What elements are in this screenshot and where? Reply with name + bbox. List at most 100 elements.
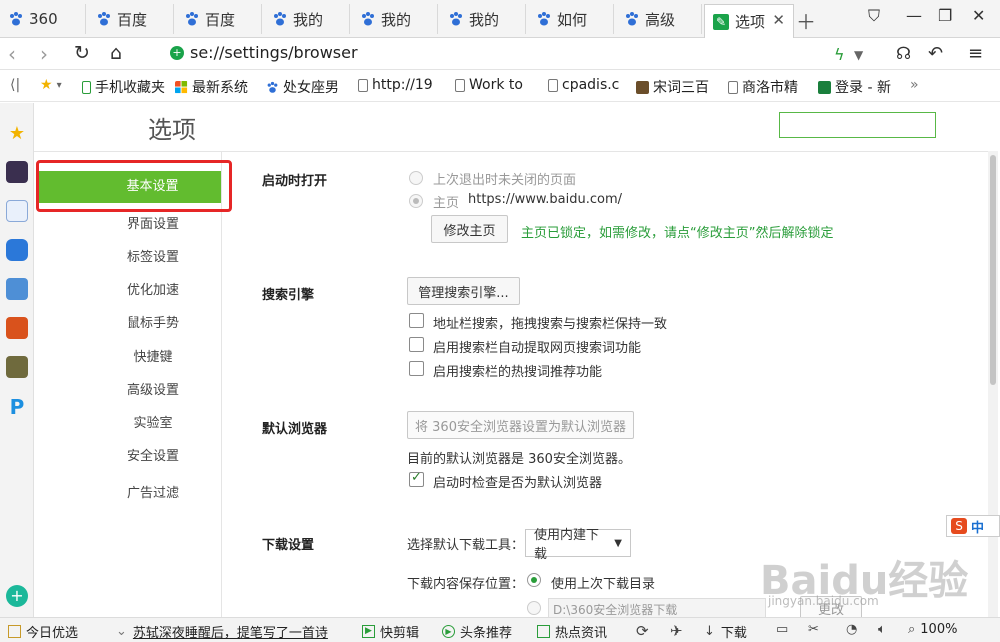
address-bar[interactable]: + se://settings/browser [170, 43, 358, 62]
minimize-button[interactable]: — [906, 6, 922, 25]
settings-icon: ✎ [713, 13, 729, 30]
close-window-button[interactable]: ✕ [972, 6, 985, 25]
ime-indicator[interactable]: S 中 [946, 515, 1000, 537]
custom-dir-radio[interactable] [527, 601, 541, 615]
app-game-icon[interactable] [6, 317, 28, 339]
hot-news[interactable]: 热点资讯 [537, 622, 607, 641]
last-dir-radio[interactable] [527, 573, 541, 587]
download-tool-select[interactable]: 使用内建下载 ▼ [525, 528, 631, 562]
tab-label: 百度 [117, 10, 148, 29]
chevron-down-icon[interactable]: ▼ [854, 48, 863, 62]
back-button[interactable]: ‹ [8, 42, 16, 66]
shirt-skin-icon[interactable]: ⛉ [868, 6, 880, 26]
refresh-icon[interactable]: ⟳ [636, 622, 649, 640]
chevron-down-icon: ⌄ [116, 624, 127, 639]
tab-label: 选项 [735, 13, 766, 31]
nav-item-lab[interactable]: 实验室 [34, 412, 222, 431]
search-sync-checkbox[interactable] [409, 313, 424, 328]
homepage-url: https://www.baidu.com/ [468, 192, 623, 207]
favorites-star-icon[interactable]: ★ [6, 123, 28, 145]
nav-item-adblock[interactable]: 广告过滤 [34, 482, 222, 501]
app-game-icon[interactable] [6, 278, 28, 300]
zoom-level[interactable]: ⌕ 100% [908, 622, 957, 637]
nav-item-security[interactable]: 安全设置 [34, 445, 222, 464]
bookmark-7[interactable]: 宋词三百 [636, 77, 709, 97]
app-chat-icon[interactable] [6, 239, 28, 261]
nav-item-mouse-gesture[interactable]: 鼠标手势 [34, 312, 222, 331]
collapse-icon[interactable]: ⟨| [10, 77, 20, 93]
highlight-box [36, 160, 232, 212]
nav-item-advanced[interactable]: 高级设置 [34, 379, 222, 398]
settings-search-input[interactable] [779, 112, 936, 138]
star-favorites-icon[interactable]: ★ ▾ [40, 77, 62, 93]
lightning-icon[interactable]: ϟ [834, 45, 845, 64]
tab-settings[interactable]: ✎ 选项 ✕ [704, 4, 794, 38]
tab-2[interactable]: 百度 [88, 4, 174, 34]
tab-7[interactable]: 如何 [528, 4, 614, 34]
restore-button[interactable]: ❐ [938, 6, 952, 25]
tab-4[interactable]: 我的 [264, 4, 350, 34]
reload-button[interactable]: ↻ [74, 42, 90, 64]
tab-5[interactable]: 我的 [352, 4, 438, 34]
tab-3[interactable]: 百度 [176, 4, 262, 34]
tab-1[interactable]: 360 [0, 4, 86, 34]
startup-homepage-label: 主页 [433, 196, 460, 211]
bookmark-label: Work to [469, 77, 523, 93]
pin-icon[interactable]: ✈ [670, 622, 683, 640]
scrollbar-thumb[interactable] [990, 155, 996, 385]
nav-item-interface[interactable]: 界面设置 [34, 213, 222, 232]
close-tab-icon[interactable]: ✕ [772, 11, 785, 29]
bookmark-label: 宋词三百 [653, 80, 709, 96]
search-extract-checkbox[interactable] [409, 337, 424, 352]
bookmark-label: cpadis.c [562, 77, 620, 93]
home-button[interactable]: ⌂ [110, 42, 122, 64]
startup-homepage-radio[interactable] [409, 194, 423, 208]
bookmark-4[interactable]: http://19 [358, 77, 433, 93]
set-default-browser-button[interactable]: 将 360安全浏览器设置为默认浏览器 [407, 411, 634, 439]
phone-icon [82, 80, 91, 94]
headphones-icon[interactable]: ☊ [896, 44, 911, 64]
tab-8[interactable]: 高级 [616, 4, 702, 34]
speaker-icon[interactable]: 🔈︎ [878, 622, 886, 637]
startup-restore-radio[interactable] [409, 171, 423, 185]
scrollbar[interactable] [988, 151, 998, 617]
app-game-icon[interactable] [6, 356, 28, 378]
app-doc-icon[interactable] [6, 200, 28, 222]
bookmark-2[interactable]: 最新系统 [175, 77, 248, 97]
cut-icon[interactable]: ✂ [808, 622, 819, 637]
headline-recommend[interactable]: ▶ 头条推荐 [442, 622, 512, 641]
more-bookmarks-button[interactable]: » [910, 77, 919, 93]
headline-news[interactable]: ⌄ 苏轼深夜睡醒后，提笔写了一首诗 [116, 622, 328, 641]
tab-label: 我的 [469, 10, 500, 29]
search-hotwords-checkbox[interactable] [409, 361, 424, 376]
homepage-lock-notice: 主页已锁定，如需修改，请点“修改主页”然后解除锁定 [521, 226, 834, 241]
nav-item-tabs[interactable]: 标签设置 [34, 246, 222, 265]
forward-button[interactable]: › [40, 42, 48, 66]
bookmark-5[interactable]: Work to [455, 77, 523, 93]
bookmark-1[interactable]: 手机收藏夹 [82, 77, 165, 97]
modify-homepage-button[interactable]: 修改主页 [431, 215, 508, 243]
manage-search-engines-button[interactable]: 管理搜索引擎... [407, 277, 520, 305]
new-tab-button[interactable]: ＋ [796, 6, 816, 35]
ear-icon[interactable]: ◔ [846, 622, 857, 637]
app-p-icon[interactable]: P [6, 395, 28, 419]
bookmark-3[interactable]: 处女座男 [266, 77, 339, 97]
undo-icon[interactable]: ↶ [928, 43, 943, 64]
today-picks[interactable]: 今日优选 [8, 622, 78, 641]
quick-clip[interactable]: ▶ 快剪辑 [362, 622, 419, 641]
nav-item-shortcuts[interactable]: 快捷键 [34, 346, 222, 365]
menu-icon[interactable]: ≡ [968, 43, 983, 64]
app-sidebar: ★ P + [0, 103, 34, 617]
nav-item-optimize[interactable]: 优化加速 [34, 279, 222, 298]
check-default-checkbox[interactable] [409, 470, 424, 487]
download-manager[interactable]: ↓ 下载 [704, 622, 747, 641]
bookmark-8[interactable]: 商洛市精 [728, 77, 798, 97]
tab-6[interactable]: 我的 [440, 4, 526, 34]
app-news-icon[interactable] [6, 161, 28, 183]
startup-section-title: 启动时打开 [262, 174, 328, 189]
add-app-icon[interactable]: + [6, 585, 28, 607]
bookmark-9[interactable]: 登录 - 新 [818, 77, 891, 97]
bookmark-6[interactable]: cpadis.c [548, 77, 619, 93]
search-hotwords-label: 启用搜索栏的热搜词推荐功能 [433, 365, 603, 380]
window-icon[interactable]: ▭ [776, 622, 788, 637]
